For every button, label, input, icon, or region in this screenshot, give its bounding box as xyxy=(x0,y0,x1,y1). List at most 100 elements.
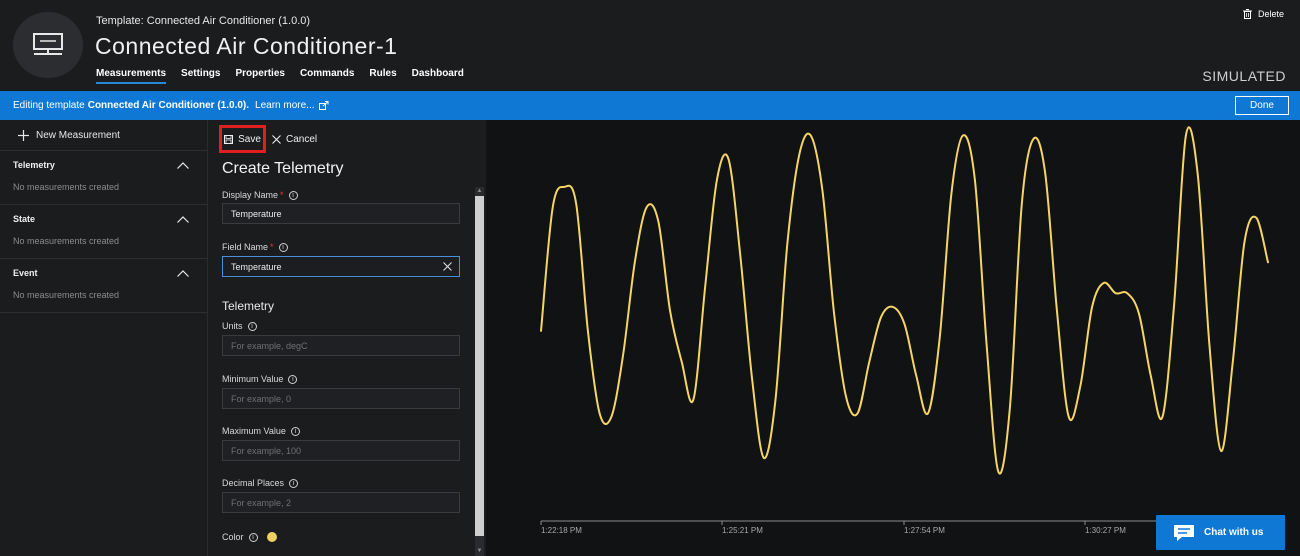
template-version: (1.0.0) xyxy=(278,15,311,27)
min-value-placeholder: For example, 0 xyxy=(231,393,292,404)
section-telemetry[interactable]: Telemetry No measurements created xyxy=(0,151,207,205)
device-title: Connected Air Conditioner-1 xyxy=(95,33,398,59)
x-tick-label: 1:25:21 PM xyxy=(722,526,763,535)
monitor-icon xyxy=(33,33,63,55)
tab-commands[interactable]: Commands xyxy=(300,68,354,84)
section-empty-text: No measurements created xyxy=(13,236,120,246)
section-state[interactable]: State No measurements created xyxy=(0,205,207,259)
tab-properties[interactable]: Properties xyxy=(235,68,284,84)
simulated-label: SIMULATED xyxy=(1202,68,1286,84)
info-icon[interactable]: i xyxy=(288,374,298,384)
chart-svg: 1:22:18 PM 1:25:21 PM 1:27:54 PM 1:30:27 PM xyxy=(540,126,1276,535)
x-tick-label: 1:27:54 PM xyxy=(904,526,945,535)
device-header: Template: Connected Air Conditioner (1.0… xyxy=(0,0,1300,91)
new-measurement-button[interactable]: New Measurement xyxy=(0,120,207,151)
field-name-label-text: Field Name xyxy=(222,242,269,252)
delete-button[interactable]: Delete xyxy=(1242,9,1284,19)
info-icon[interactable]: i xyxy=(290,426,300,436)
save-icon xyxy=(224,134,234,144)
delete-label: Delete xyxy=(1257,9,1284,19)
min-value-label-text: Minimum Value xyxy=(222,374,284,384)
field-name-value: Temperature xyxy=(231,261,282,272)
learn-more-link[interactable]: Learn more... xyxy=(255,100,314,111)
close-icon xyxy=(272,134,281,144)
done-button[interactable]: Done xyxy=(1235,96,1289,115)
max-value-placeholder: For example, 100 xyxy=(231,445,302,456)
section-empty-text: No measurements created xyxy=(13,290,120,300)
section-title: Event xyxy=(13,268,38,278)
field-name-label: Field Name * i xyxy=(222,242,288,252)
required-mark: * xyxy=(280,190,284,200)
trash-icon xyxy=(1242,9,1252,19)
template-name: Connected Air Conditioner xyxy=(146,15,276,27)
section-title: Telemetry xyxy=(13,160,55,170)
cancel-label: Cancel xyxy=(286,133,318,145)
form-scrollbar[interactable]: ▲ ▼ xyxy=(475,187,484,556)
info-icon[interactable]: i xyxy=(288,190,298,200)
info-icon[interactable]: i xyxy=(248,532,258,542)
chat-with-us-button[interactable]: Chat with us xyxy=(1156,515,1285,550)
telemetry-preview-chart: 1:22:18 PM 1:25:21 PM 1:27:54 PM 1:30:27 PM xyxy=(486,120,1300,556)
units-field[interactable]: For example, degC xyxy=(222,335,460,356)
scrollbar-thumb[interactable] xyxy=(475,196,484,536)
display-name-label-text: Display Name xyxy=(222,190,279,200)
display-name-value: Temperature xyxy=(231,208,282,219)
units-label-text: Units xyxy=(222,321,243,331)
max-value-label-text: Maximum Value xyxy=(222,426,286,436)
template-line: Template: Connected Air Conditioner (1.0… xyxy=(96,15,310,27)
color-label: Color i xyxy=(222,532,277,542)
min-value-field[interactable]: For example, 0 xyxy=(222,388,460,409)
app-root: Template: Connected Air Conditioner (1.0… xyxy=(0,0,1300,556)
external-link-icon xyxy=(318,101,329,110)
info-icon[interactable]: i xyxy=(289,478,299,488)
device-avatar xyxy=(13,12,83,78)
section-title: State xyxy=(13,214,36,224)
scroll-down-icon[interactable]: ▼ xyxy=(475,547,484,556)
color-swatch[interactable] xyxy=(266,532,277,542)
color-label-text: Color xyxy=(222,532,244,542)
clear-icon[interactable] xyxy=(443,262,452,271)
chevron-up-icon[interactable] xyxy=(177,216,189,223)
tab-measurements[interactable]: Measurements xyxy=(96,68,167,84)
chevron-up-icon[interactable] xyxy=(177,270,189,277)
section-event[interactable]: Event No measurements created xyxy=(0,259,207,313)
banner-prefix: Editing template xyxy=(13,100,85,111)
max-value-field[interactable]: For example, 100 xyxy=(222,440,460,461)
chat-label: Chat with us xyxy=(1204,527,1264,538)
scroll-up-icon[interactable]: ▲ xyxy=(475,187,484,196)
create-telemetry-panel: Save Cancel Create Telemetry Display Nam… xyxy=(208,120,486,556)
save-label: Save xyxy=(238,133,261,145)
decimal-places-label-text: Decimal Places xyxy=(222,478,285,488)
telemetry-heading: Telemetry xyxy=(222,299,275,313)
new-measurement-label: New Measurement xyxy=(36,129,120,141)
device-tabs: Measurements Settings Properties Command… xyxy=(96,68,464,84)
editing-banner: Editing template Connected Air Condition… xyxy=(0,91,1300,120)
info-icon[interactable]: i xyxy=(247,321,257,331)
banner-template: Connected Air Conditioner (1.0.0). xyxy=(87,100,250,111)
x-tick-label: 1:22:18 PM xyxy=(541,526,582,535)
units-label: Units i xyxy=(222,321,257,331)
tab-rules[interactable]: Rules xyxy=(369,68,396,84)
field-name-field[interactable]: Temperature xyxy=(222,256,460,277)
x-tick-label: 1:30:27 PM xyxy=(1085,526,1126,535)
form-title: Create Telemetry xyxy=(222,160,344,177)
decimal-places-field[interactable]: For example, 2 xyxy=(222,492,460,513)
tab-dashboard[interactable]: Dashboard xyxy=(412,68,464,84)
display-name-field[interactable]: Temperature xyxy=(222,203,460,224)
temperature-series-line xyxy=(540,126,1269,475)
chat-bubble-icon xyxy=(1174,524,1194,541)
display-name-label: Display Name * i xyxy=(222,190,298,200)
save-button[interactable]: Save xyxy=(219,125,266,153)
required-mark: * xyxy=(270,242,274,252)
info-icon[interactable]: i xyxy=(278,242,288,252)
cancel-button[interactable]: Cancel xyxy=(272,134,317,145)
chevron-up-icon[interactable] xyxy=(177,162,189,169)
min-value-label: Minimum Value i xyxy=(222,374,298,384)
measurements-sidebar: New Measurement Telemetry No measurement… xyxy=(0,120,208,556)
tab-settings[interactable]: Settings xyxy=(181,68,220,84)
template-prefix: Template: xyxy=(96,15,144,27)
section-empty-text: No measurements created xyxy=(13,182,120,192)
form-actions: Save Cancel xyxy=(219,125,317,153)
decimal-places-label: Decimal Places i xyxy=(222,478,299,488)
units-placeholder: For example, degC xyxy=(231,340,308,351)
